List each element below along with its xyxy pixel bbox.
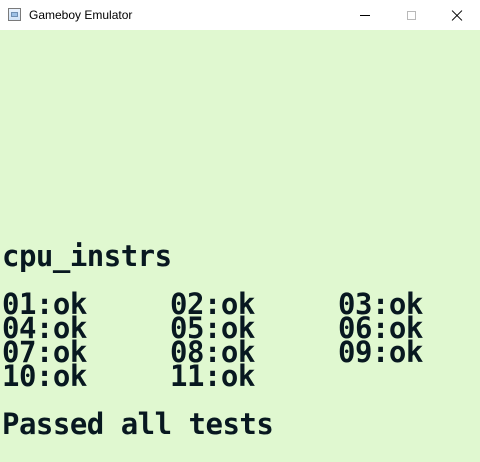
test-suite-title: cpu_instrs — [2, 239, 172, 273]
window-controls — [342, 0, 480, 30]
test-result: 11:ok — [170, 359, 255, 393]
close-button[interactable] — [434, 0, 480, 30]
window-title: Gameboy Emulator — [29, 8, 133, 22]
minimize-button[interactable] — [342, 0, 388, 30]
emulator-screen[interactable]: cpu_instrs 01:ok 02:ok 03:ok 04:ok 05:ok 06:o… — [0, 30, 480, 462]
title-bar[interactable]: Gameboy Emulator — [0, 0, 480, 30]
test-result: 10:ok — [2, 359, 87, 393]
maximize-button[interactable] — [388, 0, 434, 30]
maximize-icon — [406, 10, 416, 20]
close-icon — [451, 9, 463, 21]
test-summary: Passed all tests — [2, 407, 274, 441]
app-window-icon[interactable] — [8, 8, 21, 21]
emulator-window: Gameboy Emulator cpu_instrs 01:ok 02:ok 03… — [0, 0, 480, 462]
minimize-icon — [360, 14, 370, 16]
test-result: 09:ok — [338, 335, 423, 369]
